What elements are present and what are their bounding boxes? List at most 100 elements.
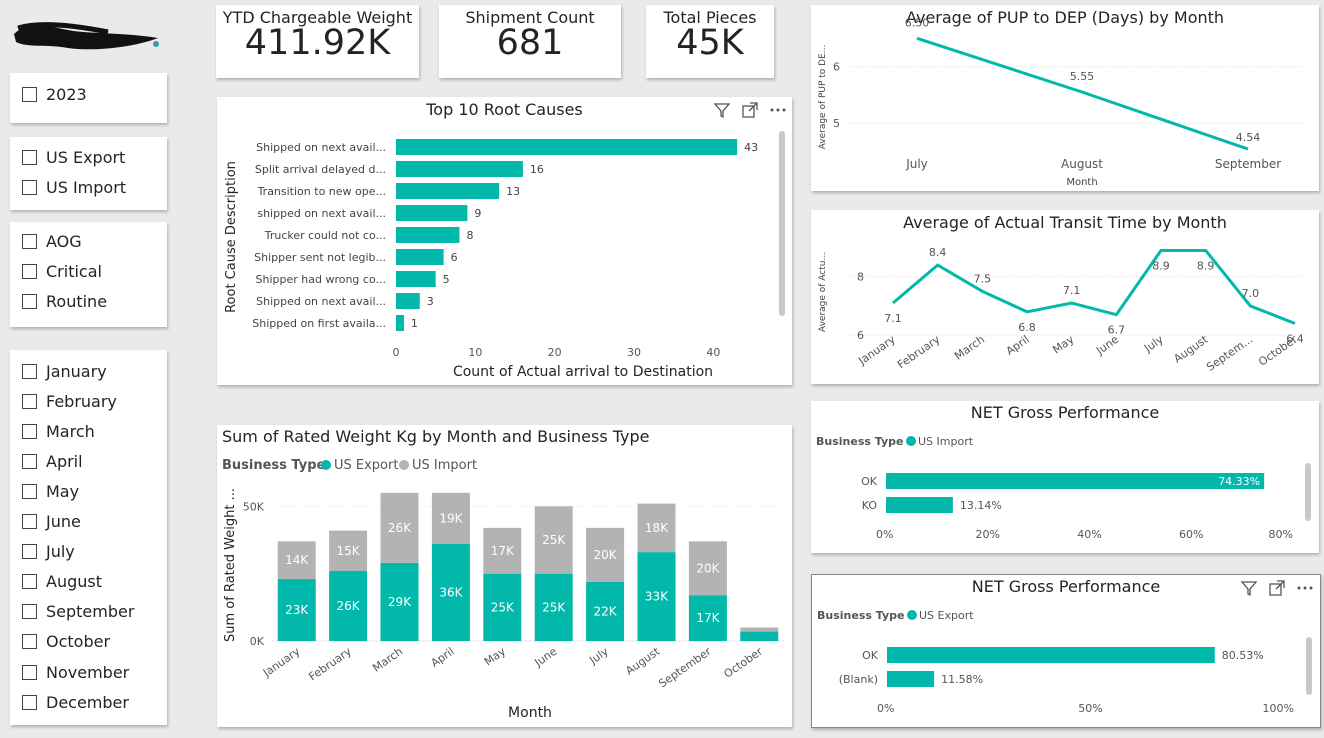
checkbox[interactable] — [22, 393, 37, 409]
x-tick-label: February — [306, 645, 354, 684]
slicer-item-november[interactable]: November — [22, 662, 129, 682]
transit-time-visual: Average of Actual Transit Time by Month … — [811, 210, 1319, 384]
bar — [886, 473, 1265, 489]
y-tick-label: 6 — [833, 61, 840, 74]
checkbox[interactable] — [22, 544, 37, 560]
slicer-item-december[interactable]: December — [22, 692, 129, 712]
x-tick-label: 40% — [1077, 528, 1101, 541]
data-label: 5 — [443, 273, 450, 286]
scrollbar[interactable] — [1305, 463, 1311, 521]
x-tick-label: 20% — [976, 528, 1000, 541]
slicer-item-august[interactable]: August — [22, 572, 102, 592]
slicer-item-february[interactable]: February — [22, 391, 117, 411]
checkbox[interactable] — [22, 293, 37, 309]
data-label: 20K — [696, 561, 720, 575]
checkbox[interactable] — [22, 179, 37, 195]
bar — [886, 497, 953, 513]
data-label: 15K — [337, 544, 361, 558]
data-label: 33K — [645, 590, 669, 604]
kpi-value: 411.92K — [244, 23, 391, 63]
legend-label: US Import — [412, 458, 477, 473]
data-label: 9 — [474, 207, 481, 220]
slicer-item-us-export[interactable]: US Export — [22, 147, 125, 167]
slicer-item-january[interactable]: January — [22, 361, 107, 381]
checkbox[interactable] — [22, 694, 37, 710]
scrollbar[interactable] — [779, 131, 785, 316]
slicer-item-critical[interactable]: Critical — [22, 261, 102, 281]
data-label: 25K — [542, 600, 566, 614]
slicer-item-label: August — [46, 572, 102, 592]
y-tick-label: 0K — [250, 635, 265, 648]
x-tick-label: 10 — [468, 346, 482, 359]
checkbox[interactable] — [22, 149, 37, 165]
checkbox[interactable] — [22, 86, 37, 102]
x-tick-label: 0% — [876, 528, 893, 541]
slicer-item-us-import[interactable]: US Import — [22, 177, 126, 197]
y-tick-label: 8 — [857, 271, 864, 284]
legend-marker — [906, 436, 916, 446]
slicer-item-june[interactable]: June — [22, 512, 81, 532]
category-label: KO — [862, 499, 878, 512]
y-tick-label: 6 — [857, 329, 864, 342]
checkbox[interactable] — [22, 263, 37, 279]
kpi-chargeable-weight: YTD Chargeable Weight 411.92K — [216, 5, 419, 78]
scrollbar[interactable] — [1306, 637, 1312, 695]
bar-us-export — [740, 631, 779, 641]
x-tick-label: 50% — [1078, 702, 1102, 715]
bar — [396, 293, 420, 309]
kpi-value: 45K — [676, 23, 744, 63]
bar — [396, 183, 500, 199]
category-label: (Blank) — [839, 673, 878, 686]
data-label: 23K — [285, 603, 309, 617]
slicer-item-2023[interactable]: 2023 — [22, 84, 87, 104]
slicer-item-may[interactable]: May — [22, 481, 79, 501]
data-label: 26K — [388, 521, 412, 535]
bar — [396, 315, 404, 331]
x-tick-label: July — [1141, 333, 1166, 356]
y-axis-title: Average of PUP to DE... — [818, 45, 828, 150]
slicer-item-march[interactable]: March — [22, 421, 95, 441]
slicer-item-september[interactable]: September — [22, 602, 134, 622]
legend-label: US Import — [918, 435, 974, 448]
category-label: Transition to new ope... — [257, 185, 386, 198]
checkbox[interactable] — [22, 233, 37, 249]
data-label: 43 — [744, 141, 758, 154]
slicer-item-july[interactable]: July — [22, 542, 75, 562]
checkbox[interactable] — [22, 453, 37, 469]
year-slicer: 2023 — [10, 73, 167, 123]
checkbox[interactable] — [22, 634, 37, 650]
slicer-item-aog[interactable]: AOG — [22, 231, 82, 251]
checkbox[interactable] — [22, 604, 37, 620]
x-tick-label: June — [532, 645, 560, 670]
slicer-item-label: US Export — [46, 147, 126, 167]
checkbox[interactable] — [22, 423, 37, 439]
slicer-item-routine[interactable]: Routine — [22, 291, 107, 311]
checkbox[interactable] — [22, 514, 37, 529]
checkbox[interactable] — [22, 664, 37, 680]
data-label: 14K — [285, 553, 309, 567]
category-label: Split arrival delayed d... — [255, 163, 386, 176]
x-tick-label: September — [656, 645, 714, 691]
root-causes-chart: Shipped on next avail... 43 Split arrival … — [224, 139, 758, 380]
redacted-logo — [14, 22, 159, 50]
direction-slicer: US Export US Import — [10, 137, 167, 210]
legend-title: Business Type — [816, 435, 903, 448]
checkbox[interactable] — [22, 574, 37, 590]
legend-marker — [321, 460, 331, 470]
series-line — [892, 248, 1296, 325]
slicer-item-october[interactable]: October — [22, 632, 110, 652]
y-tick-label: 5 — [833, 117, 840, 130]
slicer-item-april[interactable]: April — [22, 451, 83, 471]
data-label: 8.4 — [929, 246, 947, 259]
slicer-item-label: AOG — [46, 231, 82, 251]
checkbox[interactable] — [22, 483, 37, 499]
category-label: Shipped on next avail... — [256, 295, 386, 308]
checkbox[interactable] — [22, 363, 37, 379]
bar — [887, 671, 935, 687]
transit-time-chart: 687.1January8.4February7.5March6.8April7… — [818, 246, 1306, 374]
data-label: 7.0 — [1242, 287, 1260, 300]
bar — [887, 647, 1215, 663]
bar — [396, 161, 523, 177]
x-tick-label: 80% — [1269, 528, 1293, 541]
net-gross-export-visual: NET Gross Performance Business Type US Ex… — [811, 574, 1321, 728]
